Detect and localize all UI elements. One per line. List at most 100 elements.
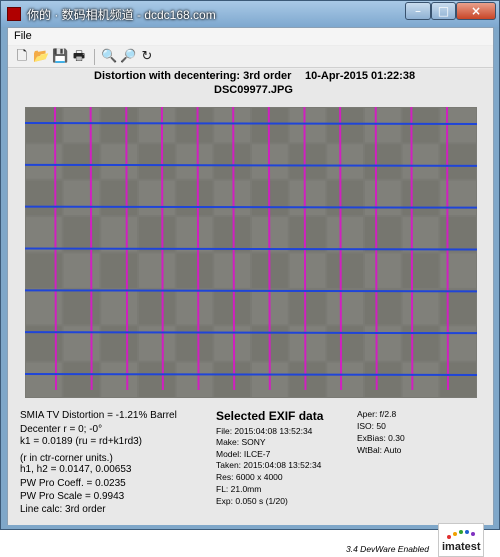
grid-tile bbox=[63, 144, 100, 179]
toolbar: 🗋 📂 💾 🖶 🔍 🔎 ↻ bbox=[8, 46, 493, 68]
title-bar[interactable]: 你的 · 数码相机频道 - dcdc168.com – □ × bbox=[1, 1, 499, 27]
grid-tile bbox=[176, 253, 213, 288]
grid-tile bbox=[365, 144, 401, 179]
grid-tile bbox=[402, 217, 439, 252]
grid-tile bbox=[63, 289, 100, 325]
grid-tile bbox=[365, 180, 401, 216]
grid-tile bbox=[440, 289, 476, 325]
grid-tile bbox=[440, 253, 476, 288]
grid-tile bbox=[289, 289, 326, 325]
exif-make: Make: SONY bbox=[216, 437, 266, 447]
exif-exp: Exp: 0.050 s (1/20) bbox=[216, 496, 288, 506]
grid-tile bbox=[289, 362, 326, 397]
zoom-out-icon[interactable]: 🔎 bbox=[120, 49, 136, 65]
grid-tile bbox=[214, 217, 250, 252]
horizontal-distortion-line bbox=[25, 331, 477, 335]
horizontal-distortion-line bbox=[25, 289, 477, 293]
zoom-in-icon[interactable]: 🔍 bbox=[101, 49, 117, 65]
exif-taken: Taken: 2015:04:08 13:52:34 bbox=[216, 460, 322, 470]
print-icon[interactable]: 🖶 bbox=[71, 49, 87, 65]
grid-tile bbox=[440, 108, 476, 143]
grid-tile bbox=[101, 180, 137, 216]
grid-tile bbox=[139, 362, 175, 397]
grid-tile bbox=[365, 253, 401, 288]
pw-pro-scale: PW Pro Scale = 0.9943 bbox=[20, 491, 125, 502]
horizontal-distortion-line bbox=[25, 247, 477, 251]
smia-distortion: SMIA TV Distortion = -1.21% Barrel bbox=[20, 410, 177, 421]
grid-tile bbox=[289, 253, 326, 288]
version-label: 3.4 DevWare Enabled bbox=[346, 544, 430, 554]
grid-tile bbox=[327, 144, 363, 179]
grid-tile bbox=[139, 253, 175, 288]
grid-tile bbox=[63, 217, 100, 252]
menu-bar: File bbox=[8, 28, 493, 45]
exif-title: Selected EXIF data bbox=[216, 409, 324, 423]
camera-exbias: ExBias: 0.30 bbox=[357, 433, 405, 443]
save-icon[interactable]: 💾 bbox=[52, 49, 68, 65]
grid-tile bbox=[139, 326, 175, 361]
line-calc: Line calc: 3rd order bbox=[20, 504, 106, 515]
k1-value: k1 = 0.0189 (ru = rd+k1rd3) bbox=[20, 436, 143, 447]
grid-tile bbox=[289, 217, 326, 252]
grid-tile bbox=[176, 180, 213, 216]
exif-fl: FL: 21.0mm bbox=[216, 484, 262, 494]
imatest-logo: imatest bbox=[438, 523, 484, 557]
horizontal-distortion-line bbox=[25, 373, 477, 376]
pw-pro-coeff: PW Pro Coeff. = 0.0235 bbox=[20, 478, 126, 489]
camera-aperture: Aper: f/2.8 bbox=[357, 409, 397, 419]
menu-file[interactable]: File bbox=[14, 30, 32, 42]
toolbar-separator bbox=[94, 49, 95, 65]
plot-date: 10-Apr-2015 01:22:38 bbox=[305, 70, 416, 82]
grid-tile bbox=[101, 144, 137, 179]
grid-tile bbox=[289, 180, 326, 216]
grid-tile bbox=[402, 362, 439, 397]
horizontal-distortion-line bbox=[25, 122, 477, 125]
grid-tile bbox=[176, 326, 213, 361]
grid-tile bbox=[289, 144, 326, 179]
grid-tile bbox=[63, 362, 100, 397]
grid-tile bbox=[101, 217, 137, 252]
grid-tile bbox=[176, 289, 213, 325]
grid-tile bbox=[440, 362, 476, 397]
grid-tile bbox=[214, 144, 250, 179]
exif-file: File: 2015:04:08 13:52:34 bbox=[216, 426, 313, 436]
grid-tile bbox=[440, 144, 476, 179]
app-icon bbox=[7, 7, 21, 21]
grid-tile bbox=[214, 326, 250, 361]
grid-tile bbox=[63, 253, 100, 288]
client-area: File 🗋 📂 💾 🖶 🔍 🔎 ↻ Distortion with decen… bbox=[7, 27, 494, 557]
grid-tile bbox=[26, 144, 62, 179]
grid-tile bbox=[440, 326, 476, 361]
grid-tile bbox=[402, 144, 439, 179]
grid-tile bbox=[214, 180, 250, 216]
rotate-icon[interactable]: ↻ bbox=[139, 49, 155, 65]
grid-tile bbox=[63, 180, 100, 216]
grid-tile bbox=[101, 253, 137, 288]
grid-tile bbox=[176, 362, 213, 397]
new-icon[interactable]: 🗋 bbox=[14, 49, 30, 65]
camera-wtbal: WtBal: Auto bbox=[357, 445, 402, 455]
plot-title: Distortion with decentering: 3rd order bbox=[94, 70, 292, 82]
camera-iso: ISO: 50 bbox=[357, 421, 386, 431]
maximize-button[interactable]: □ bbox=[431, 2, 456, 20]
grid-tile bbox=[327, 108, 363, 143]
exif-res: Res: 6000 x 4000 bbox=[216, 472, 283, 482]
grid-tile bbox=[101, 108, 137, 143]
horizontal-distortion-line bbox=[25, 205, 477, 209]
application-window: 你的 · 数码相机频道 - dcdc168.com – □ × File 🗋 📂… bbox=[0, 0, 500, 557]
grid-tile bbox=[289, 108, 326, 143]
grid-tile bbox=[327, 180, 363, 216]
distortion-chart bbox=[25, 107, 477, 398]
grid-tile bbox=[139, 108, 175, 143]
grid-tile bbox=[365, 289, 401, 325]
grid-tile bbox=[327, 217, 363, 252]
grid-tile bbox=[327, 362, 363, 397]
exif-model: Model: ILCE-7 bbox=[216, 449, 271, 459]
open-icon[interactable]: 📂 bbox=[33, 49, 49, 65]
grid-tile bbox=[327, 253, 363, 288]
minimize-button[interactable]: – bbox=[405, 2, 431, 20]
h-values: h1, h2 = 0.0147, 0.00653 bbox=[20, 464, 132, 475]
grid-tile bbox=[101, 362, 137, 397]
close-button[interactable]: × bbox=[456, 2, 496, 20]
grid-tile bbox=[214, 108, 250, 143]
